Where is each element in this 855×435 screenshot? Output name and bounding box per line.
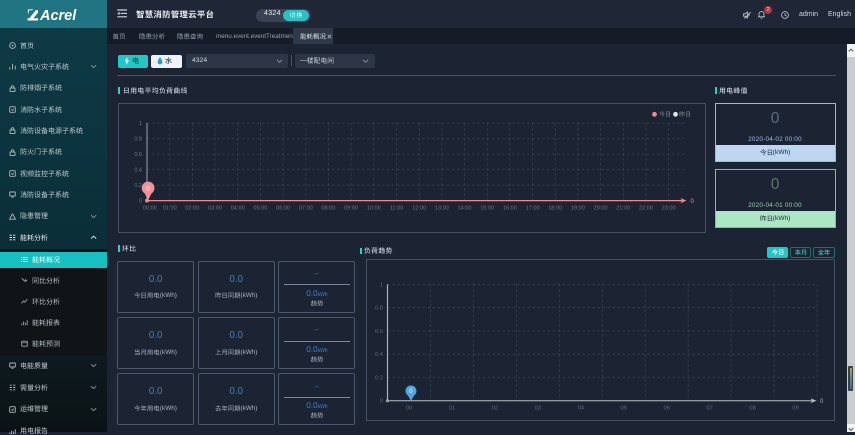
svg-text:0: 0 [146, 185, 150, 192]
svg-text:00: 00 [405, 406, 411, 412]
svg-text:19:00: 19:00 [570, 205, 584, 211]
svg-text:01:00: 01:00 [162, 205, 176, 211]
svg-text:10:00: 10:00 [366, 205, 380, 211]
svg-text:0.6: 0.6 [374, 329, 382, 335]
svg-text:0.8: 0.8 [134, 136, 142, 142]
svg-text:17:00: 17:00 [525, 205, 539, 211]
svg-text:11:00: 11:00 [389, 205, 403, 211]
svg-text:03: 03 [534, 406, 540, 412]
svg-text:09: 09 [792, 406, 798, 412]
svg-text:0.2: 0.2 [374, 376, 382, 382]
svg-text:05:00: 05:00 [253, 205, 267, 211]
svg-text:0.6: 0.6 [134, 152, 142, 158]
svg-text:15:00: 15:00 [480, 205, 494, 211]
svg-text:08: 08 [749, 406, 755, 412]
svg-text:08:00: 08:00 [321, 205, 335, 211]
svg-text:01: 01 [448, 406, 454, 412]
svg-text:03:00: 03:00 [208, 205, 222, 211]
svg-text:0.4: 0.4 [374, 352, 383, 358]
svg-text:0.4: 0.4 [134, 167, 142, 173]
svg-text:0: 0 [138, 198, 141, 204]
svg-text:04:00: 04:00 [230, 205, 244, 211]
svg-text:18:00: 18:00 [548, 205, 562, 211]
svg-text:06: 06 [663, 406, 669, 412]
svg-text:0: 0 [379, 399, 382, 405]
svg-text:02:00: 02:00 [185, 205, 199, 211]
svg-text:02: 02 [491, 406, 497, 412]
svg-text:06:00: 06:00 [276, 205, 290, 211]
svg-text:13:00: 13:00 [434, 205, 448, 211]
svg-text:23:00: 23:00 [661, 205, 675, 211]
svg-text:07: 07 [706, 406, 712, 412]
svg-text:09:00: 09:00 [344, 205, 358, 211]
svg-text:00:00: 00:00 [142, 205, 156, 211]
svg-text:1: 1 [379, 283, 382, 289]
svg-text:0.2: 0.2 [134, 183, 142, 189]
svg-text:0: 0 [820, 399, 824, 405]
svg-text:16:00: 16:00 [502, 205, 516, 211]
svg-text:14:00: 14:00 [457, 205, 471, 211]
svg-text:05: 05 [620, 406, 626, 412]
svg-text:12:00: 12:00 [412, 205, 426, 211]
svg-text:04: 04 [577, 406, 584, 412]
svg-text:07:00: 07:00 [298, 205, 312, 211]
svg-text:Acrel: Acrel [39, 7, 77, 23]
svg-text:1: 1 [138, 121, 141, 127]
svg-text:20:00: 20:00 [593, 205, 607, 211]
svg-text:21:00: 21:00 [616, 205, 630, 211]
svg-text:0.8: 0.8 [374, 306, 382, 312]
svg-text:0: 0 [690, 198, 694, 204]
svg-text:22:00: 22:00 [639, 205, 653, 211]
